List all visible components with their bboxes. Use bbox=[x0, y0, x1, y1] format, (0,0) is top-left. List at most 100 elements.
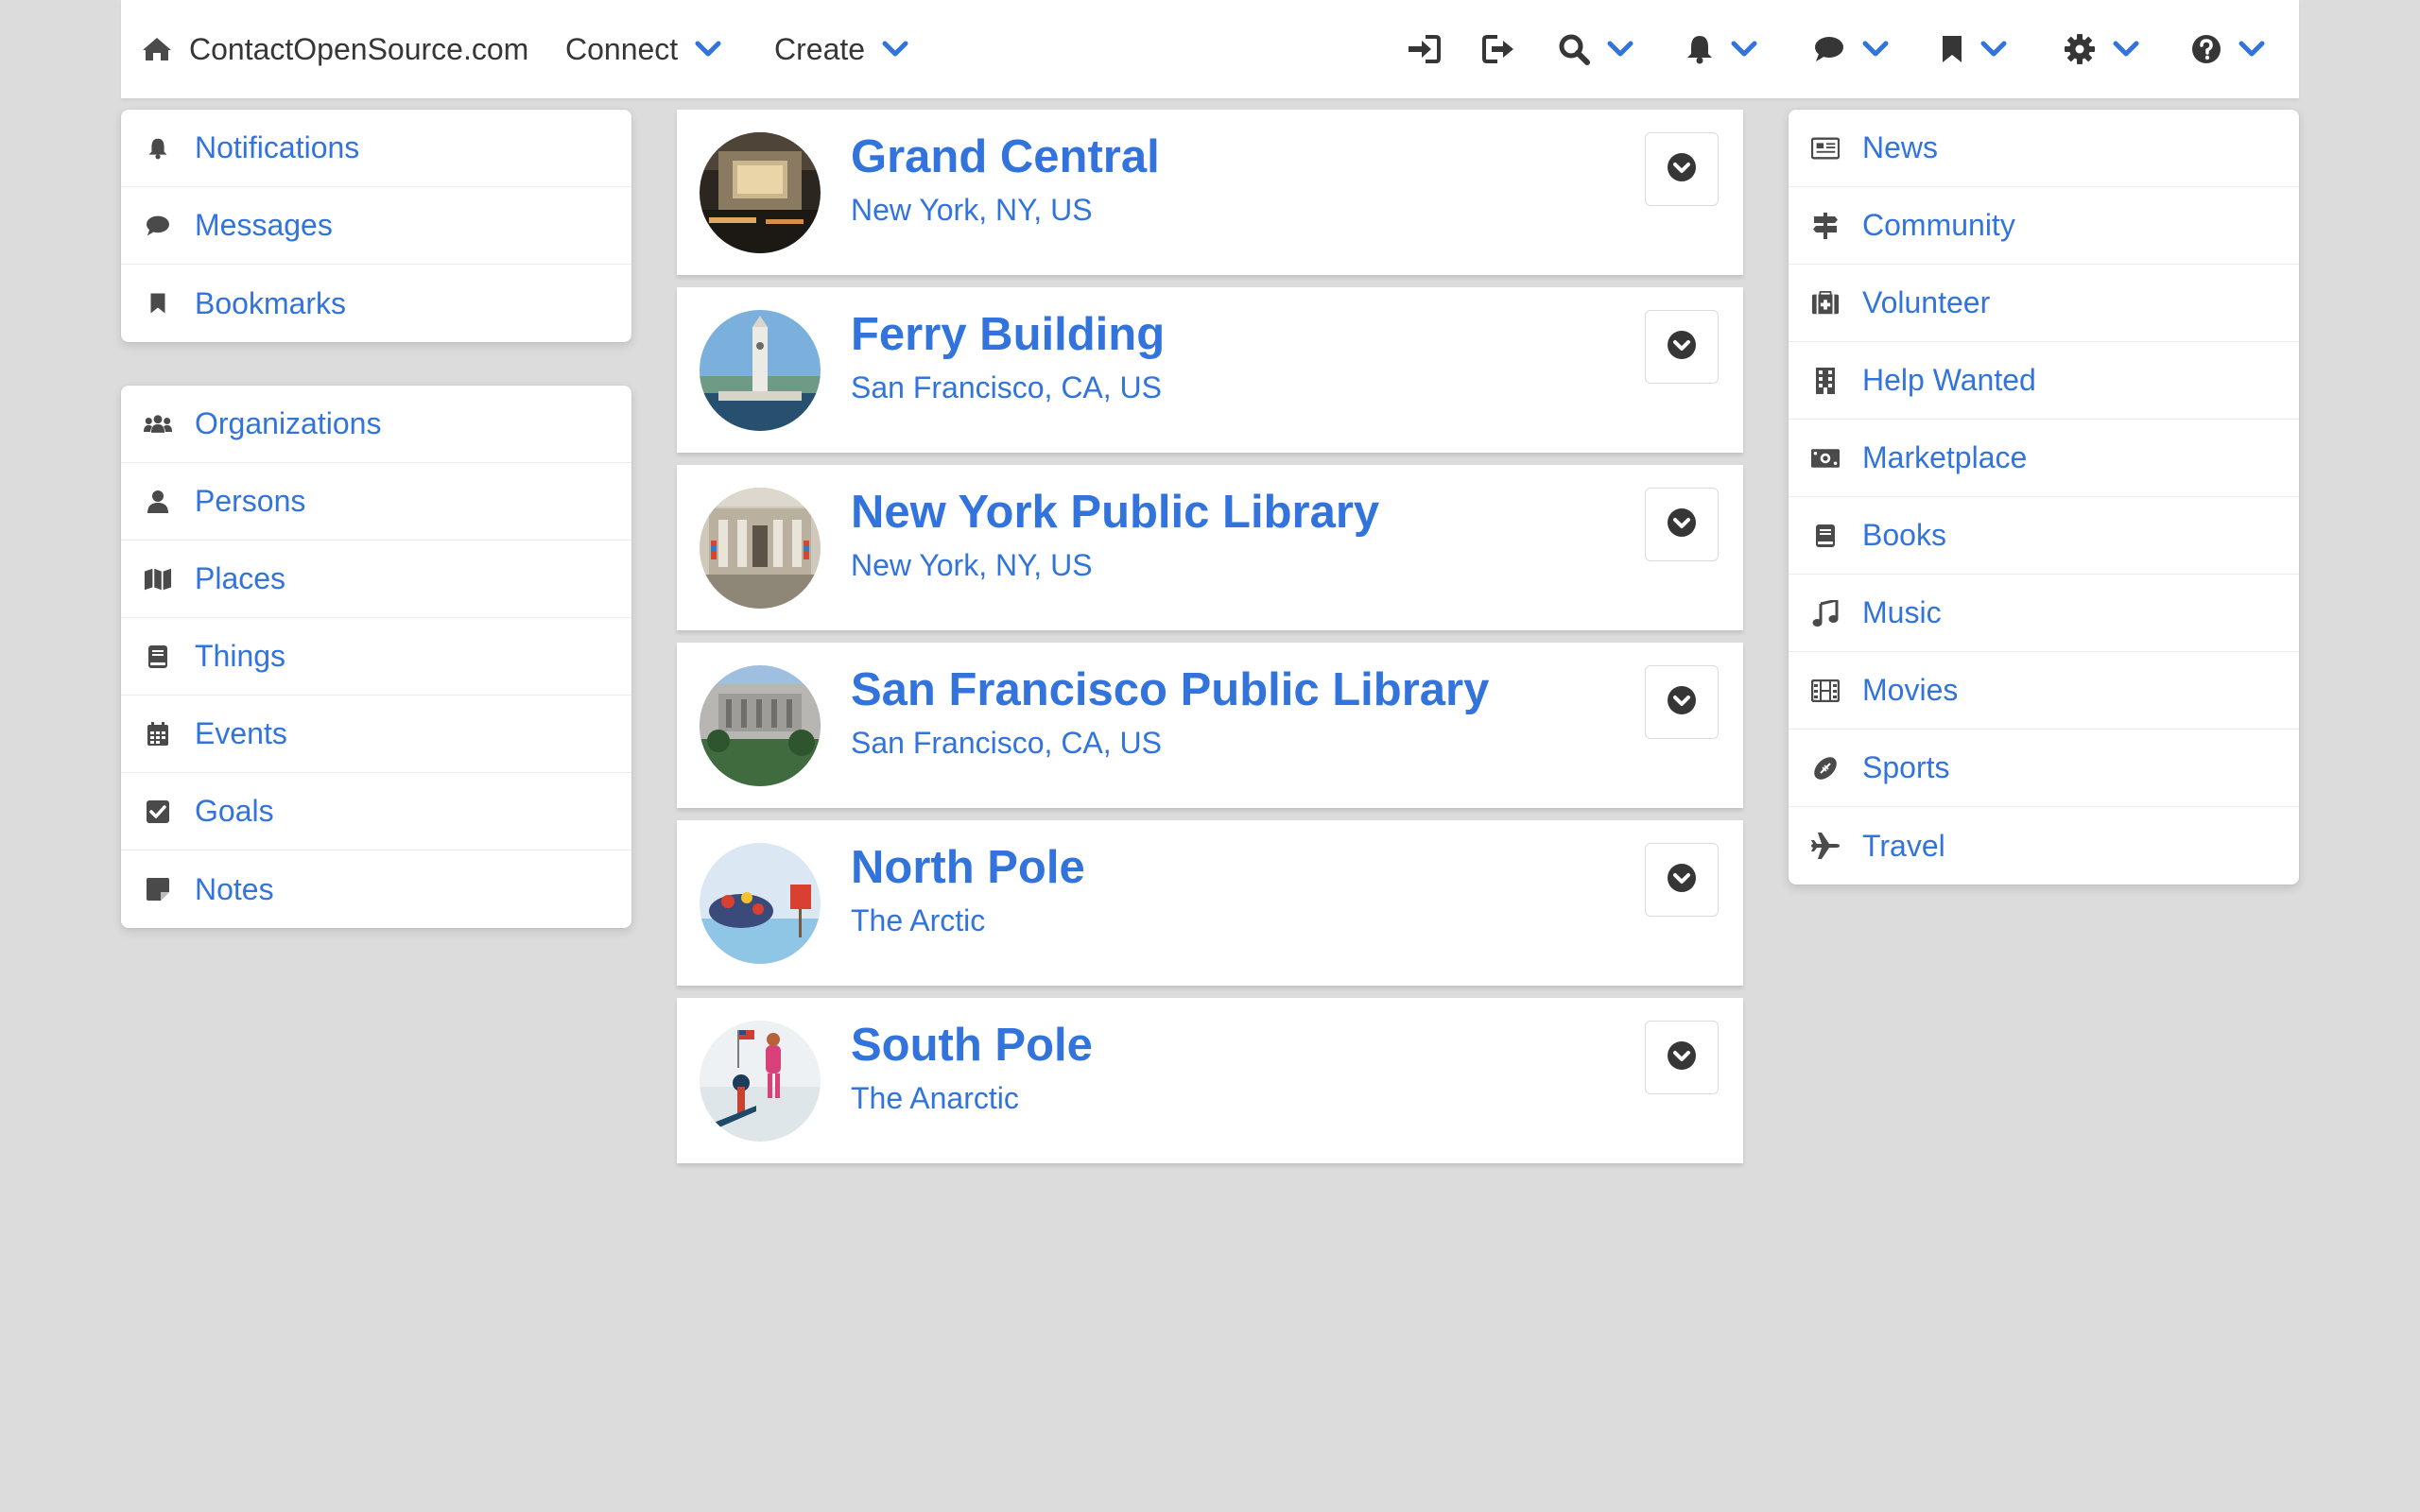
menu-item-places[interactable]: Places bbox=[121, 541, 631, 618]
place-card[interactable]: Ferry Building San Francisco, CA, US bbox=[677, 287, 1743, 453]
place-card[interactable]: San Francisco Public Library San Francis… bbox=[677, 643, 1743, 808]
menu-item-movies[interactable]: Movies bbox=[1789, 652, 2299, 730]
place-card[interactable]: South Pole The Anarctic bbox=[677, 998, 1743, 1163]
chevron-down-icon bbox=[1862, 41, 1889, 58]
menu-item-goals[interactable]: Goals bbox=[121, 773, 631, 850]
place-options-button[interactable] bbox=[1645, 1021, 1719, 1094]
place-options-button[interactable] bbox=[1645, 843, 1719, 917]
place-title[interactable]: Ferry Building bbox=[851, 308, 1165, 361]
help-dropdown[interactable] bbox=[2191, 0, 2265, 98]
place-photo-grand-central bbox=[700, 132, 821, 253]
menu-item-community[interactable]: Community bbox=[1789, 187, 2299, 265]
comment-icon bbox=[144, 212, 172, 240]
sticky-note-icon bbox=[144, 875, 172, 903]
menu-item-label: Books bbox=[1862, 518, 1946, 552]
music-icon bbox=[1811, 599, 1840, 627]
connect-label: Connect bbox=[565, 31, 679, 66]
bell-icon bbox=[1685, 34, 1714, 64]
book-icon bbox=[144, 643, 172, 671]
sign-out-button[interactable] bbox=[1482, 0, 1516, 98]
bookmarks-dropdown[interactable] bbox=[1941, 0, 2007, 98]
menu-item-bookmarks[interactable]: Bookmarks bbox=[121, 265, 631, 342]
building-icon bbox=[1811, 367, 1840, 395]
calendar-icon bbox=[144, 720, 172, 748]
menu-item-notes[interactable]: Notes bbox=[121, 850, 631, 928]
menu-item-notifications[interactable]: Notifications bbox=[121, 110, 631, 187]
menu-item-news[interactable]: News bbox=[1789, 110, 2299, 187]
bell-icon bbox=[144, 134, 172, 163]
menu-item-label: Messages bbox=[195, 208, 333, 242]
brand-label: ContactOpenSource.com bbox=[189, 31, 529, 66]
settings-dropdown[interactable] bbox=[2064, 0, 2139, 98]
place-photo-nypl bbox=[700, 488, 821, 609]
menu-item-books[interactable]: Books bbox=[1789, 497, 2299, 575]
place-title[interactable]: San Francisco Public Library bbox=[851, 663, 1489, 716]
chevron-circle-down-icon bbox=[1667, 1040, 1697, 1075]
chevron-down-icon bbox=[2113, 41, 2139, 58]
sign-in-icon bbox=[1407, 34, 1441, 64]
menu-item-marketplace[interactable]: Marketplace bbox=[1789, 420, 2299, 497]
sign-out-icon bbox=[1482, 34, 1516, 64]
book-icon bbox=[1811, 522, 1840, 550]
place-location: New York, NY, US bbox=[851, 548, 1093, 582]
place-options-button[interactable] bbox=[1645, 488, 1719, 561]
place-card[interactable]: Grand Central New York, NY, US bbox=[677, 110, 1743, 275]
place-options-button[interactable] bbox=[1645, 132, 1719, 206]
menu-item-label: Persons bbox=[195, 484, 306, 518]
chevron-down-icon bbox=[2238, 41, 2265, 58]
place-photo-north-pole bbox=[700, 843, 821, 964]
place-location: San Francisco, CA, US bbox=[851, 370, 1162, 404]
place-title[interactable]: South Pole bbox=[851, 1019, 1093, 1072]
menu-item-music[interactable]: Music bbox=[1789, 575, 2299, 652]
place-options-button[interactable] bbox=[1645, 310, 1719, 384]
medkit-icon bbox=[1811, 289, 1840, 318]
place-location: The Arctic bbox=[851, 903, 986, 937]
notifications-dropdown[interactable] bbox=[1685, 0, 1757, 98]
signpost-icon bbox=[1811, 212, 1840, 240]
search-dropdown[interactable] bbox=[1558, 0, 1634, 98]
bookmark-icon bbox=[144, 289, 172, 318]
user-icon bbox=[144, 488, 172, 516]
sign-in-button[interactable] bbox=[1407, 0, 1441, 98]
place-card[interactable]: North Pole The Arctic bbox=[677, 820, 1743, 986]
chevron-circle-down-icon bbox=[1667, 863, 1697, 898]
place-title[interactable]: North Pole bbox=[851, 841, 1085, 894]
menu-item-label: Sports bbox=[1862, 750, 1950, 784]
brand-link[interactable]: ContactOpenSource.com bbox=[142, 0, 528, 98]
menu-item-volunteer[interactable]: Volunteer bbox=[1789, 265, 2299, 342]
menu-item-help-wanted[interactable]: Help Wanted bbox=[1789, 342, 2299, 420]
place-location: New York, NY, US bbox=[851, 193, 1093, 227]
menu-item-persons[interactable]: Persons bbox=[121, 463, 631, 541]
chevron-circle-down-icon bbox=[1667, 152, 1697, 187]
chevron-circle-down-icon bbox=[1667, 507, 1697, 542]
menu-item-organizations[interactable]: Organizations bbox=[121, 386, 631, 463]
menu-item-messages[interactable]: Messages bbox=[121, 187, 631, 265]
messages-dropdown[interactable] bbox=[1813, 0, 1889, 98]
menu-item-label: Things bbox=[195, 639, 286, 673]
menu-item-travel[interactable]: Travel bbox=[1789, 807, 2299, 885]
connect-dropdown[interactable]: Connect bbox=[565, 0, 721, 98]
menu-item-sports[interactable]: Sports bbox=[1789, 730, 2299, 807]
place-location: San Francisco, CA, US bbox=[851, 726, 1162, 760]
create-dropdown[interactable]: Create bbox=[774, 0, 908, 98]
search-icon bbox=[1558, 33, 1590, 65]
right-topics-menu: News Community Volunteer Help Wanted Mar… bbox=[1789, 110, 2299, 885]
check-square-icon bbox=[144, 798, 172, 826]
plane-icon bbox=[1811, 832, 1840, 860]
chevron-down-icon bbox=[695, 41, 721, 58]
place-options-button[interactable] bbox=[1645, 665, 1719, 739]
menu-item-events[interactable]: Events bbox=[121, 696, 631, 773]
chevron-down-icon bbox=[1980, 41, 2007, 58]
menu-item-label: Notifications bbox=[195, 130, 360, 164]
chevron-down-icon bbox=[1607, 41, 1634, 58]
menu-item-label: Movies bbox=[1862, 673, 1959, 707]
menu-item-things[interactable]: Things bbox=[121, 618, 631, 696]
menu-item-label: Bookmarks bbox=[195, 285, 347, 320]
chevron-circle-down-icon bbox=[1667, 330, 1697, 365]
menu-item-label: Organizations bbox=[195, 406, 382, 440]
comment-icon bbox=[1813, 35, 1845, 63]
place-title[interactable]: Grand Central bbox=[851, 130, 1160, 183]
place-title[interactable]: New York Public Library bbox=[851, 486, 1379, 539]
menu-item-label: Marketplace bbox=[1862, 440, 2028, 474]
place-card[interactable]: New York Public Library New York, NY, US bbox=[677, 465, 1743, 630]
